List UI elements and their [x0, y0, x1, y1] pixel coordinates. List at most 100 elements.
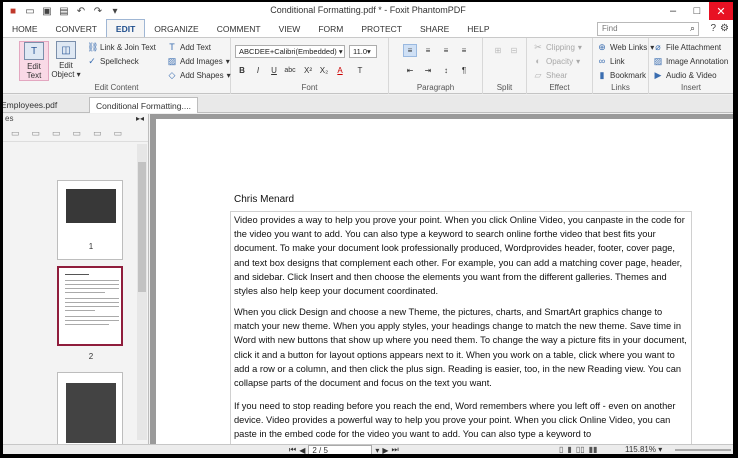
tab-share[interactable]: SHARE	[411, 20, 458, 37]
open-icon[interactable]: ▭	[23, 4, 37, 18]
edit-text-button[interactable]: T Edit Text	[19, 41, 49, 81]
page-thumbnail-selected[interactable]	[57, 266, 123, 346]
strikethrough-button[interactable]: abc	[283, 64, 297, 77]
maximize-button[interactable]: □	[685, 2, 709, 20]
group-edit-content: T Edit Text ◫ Edit Object ▾ ⛓ Link & Join T…	[3, 38, 231, 94]
align-center-icon[interactable]: ≡	[421, 44, 435, 57]
panel-collapse-icon[interactable]: ▸◂	[136, 114, 144, 123]
paragraph[interactable]: When you click Design and choose a new T…	[234, 305, 689, 390]
facing-icon[interactable]: ▯▯	[576, 445, 585, 454]
page-dropdown-icon[interactable]: ▾	[375, 446, 379, 455]
dropdown-icon[interactable]: ▾	[108, 4, 122, 18]
zoom-slider[interactable]	[675, 449, 731, 451]
tab-comment[interactable]: COMMENT	[208, 20, 270, 37]
zoom-level[interactable]: 115.81% ▾	[625, 445, 662, 454]
close-button[interactable]: ✕	[709, 2, 733, 20]
italic-button[interactable]: I	[251, 64, 265, 77]
superscript-button[interactable]: X²	[301, 64, 315, 77]
author-heading[interactable]: Chris Menard	[234, 194, 294, 205]
scrollbar-thumb[interactable]	[138, 162, 146, 292]
indent-left-icon[interactable]: ⇤	[403, 64, 417, 77]
continuous-facing-icon[interactable]: ▮▮	[589, 445, 598, 454]
align-right-icon[interactable]: ≡	[439, 44, 453, 57]
justify-icon[interactable]: ≡	[457, 44, 471, 57]
add-text-button[interactable]: T Add Text	[167, 42, 211, 52]
doc-tab-conditional-formatting[interactable]: Conditional Formatting....	[89, 97, 198, 113]
document-view[interactable]: Chris Menard Video provides a way to hel…	[150, 114, 733, 444]
text-format-button[interactable]: T	[353, 64, 367, 77]
bold-button[interactable]: B	[235, 64, 249, 77]
extract-page-icon[interactable]: ▭	[52, 128, 61, 139]
tab-home[interactable]: HOME	[3, 20, 47, 37]
search-icon[interactable]: ⌕	[690, 23, 695, 34]
thumbnail-table-graphic	[66, 383, 116, 443]
help-icon[interactable]: ?	[710, 23, 716, 34]
app-icon[interactable]: ■	[6, 4, 20, 18]
page-number-input[interactable]: 2 / 5	[308, 445, 373, 454]
pdf-page[interactable]: Chris Menard Video provides a way to hel…	[156, 119, 733, 444]
title-bar: ■ ▭ ▣ ▤ ↶ ↷ ▾ Conditional Formatting.pdf…	[3, 2, 733, 20]
link-button[interactable]: ∞ Link	[597, 56, 625, 66]
document-tab-bar: Employees.pdf Conditional Formatting....	[3, 95, 733, 113]
clipping-icon: ✂	[534, 42, 542, 52]
edit-object-button[interactable]: ◫ Edit Object ▾	[51, 41, 81, 79]
image-annotation-button[interactable]: ▨ Image Annotation	[653, 56, 729, 67]
group-label: Font	[301, 83, 318, 92]
continuous-icon[interactable]: ▮	[567, 445, 571, 454]
audio-video-button[interactable]: ▶ Audio & Video	[653, 70, 717, 81]
paragraph[interactable]: If you need to stop reading before you r…	[234, 399, 689, 442]
shear-button[interactable]: ▱ Shear	[533, 70, 568, 81]
font-family-select[interactable]: ABCDEE+Calibri(Embedded) ▾	[235, 45, 345, 58]
underline-button[interactable]: U	[267, 64, 281, 77]
tab-convert[interactable]: CONVERT	[47, 20, 106, 37]
tab-form[interactable]: FORM	[309, 20, 352, 37]
group-label: Split	[496, 83, 513, 92]
paperclip-icon: ⌀	[655, 42, 661, 52]
page-tool-icon[interactable]: ▭	[11, 128, 20, 139]
align-left-icon[interactable]: ≡	[403, 44, 417, 57]
font-size-select[interactable]: 11.0▾	[349, 45, 377, 58]
minimize-button[interactable]: –	[661, 2, 685, 20]
insert-page-icon[interactable]: ▭	[32, 128, 41, 139]
tab-organize[interactable]: ORGANIZE	[145, 20, 207, 37]
web-links-button[interactable]: ⊕ Web Links ▾	[597, 42, 654, 53]
subscript-button[interactable]: X₂	[317, 64, 331, 77]
paragraph[interactable]: Video provides a way to help you prove y…	[234, 213, 689, 298]
undo-icon[interactable]: ↶	[74, 4, 88, 18]
tab-protect[interactable]: PROTECT	[352, 20, 411, 37]
tab-view[interactable]: VIEW	[270, 20, 310, 37]
opacity-button[interactable]: ◐ Opacity ▾	[533, 56, 580, 66]
find-input[interactable]: Find ⌕	[597, 22, 699, 36]
last-page-icon[interactable]: ⏭	[392, 445, 399, 454]
first-page-icon[interactable]: ⏮	[289, 445, 296, 454]
merge-icon[interactable]: ⊟	[507, 44, 521, 57]
next-page-icon[interactable]: ▶	[382, 446, 388, 455]
link-join-text-button[interactable]: ⛓ Link & Join Text	[87, 42, 156, 53]
panel-scrollbar[interactable]	[137, 144, 147, 440]
single-page-icon[interactable]: ▯	[559, 445, 563, 454]
add-images-button[interactable]: ▨ Add Images ▾	[167, 56, 230, 67]
line-spacing-icon[interactable]: ↕	[439, 64, 453, 77]
font-color-button[interactable]: A	[333, 64, 347, 77]
rotate-page-icon[interactable]: ▭	[93, 128, 102, 139]
split-icon[interactable]: ⊞	[491, 44, 505, 57]
spellcheck-button[interactable]: ✓ Spellcheck	[87, 56, 138, 67]
clipping-button[interactable]: ✂ Clipping ▾	[533, 42, 582, 53]
print-icon[interactable]: ▤	[57, 4, 71, 18]
prev-page-icon[interactable]: ◀	[299, 446, 305, 455]
page-properties-icon[interactable]: ▭	[114, 128, 123, 139]
redo-icon[interactable]: ↷	[91, 4, 105, 18]
delete-page-icon[interactable]: ▭	[73, 128, 82, 139]
thumbnail-table-graphic	[66, 189, 116, 223]
paragraph-spacing-icon[interactable]: ¶	[457, 64, 471, 77]
file-attachment-button[interactable]: ⌀ File Attachment	[653, 42, 721, 53]
settings-icon[interactable]: ⚙	[720, 23, 729, 34]
tab-help[interactable]: HELP	[458, 20, 498, 37]
doc-tab-employees[interactable]: Employees.pdf	[3, 97, 63, 113]
indent-right-icon[interactable]: ⇥	[421, 64, 435, 77]
bookmark-button[interactable]: ▮ Bookmark	[597, 70, 647, 81]
add-shapes-button[interactable]: ◇ Add Shapes ▾	[167, 70, 231, 81]
tab-edit[interactable]: EDIT	[105, 19, 146, 37]
save-icon[interactable]: ▣	[40, 4, 54, 18]
page-thumbnail[interactable]	[57, 372, 123, 452]
